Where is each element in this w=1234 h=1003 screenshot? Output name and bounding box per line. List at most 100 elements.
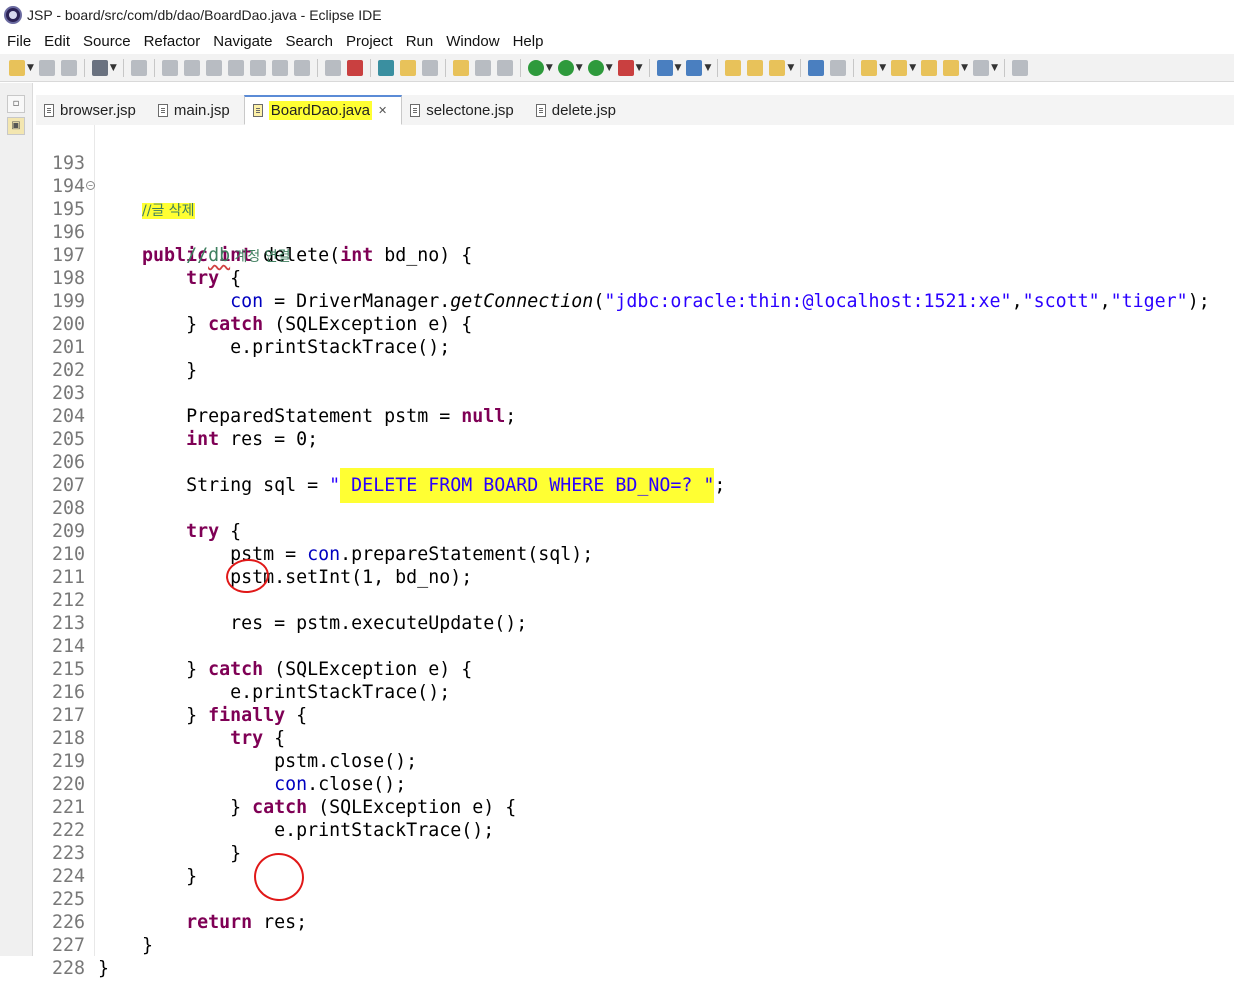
package-explorer-icon[interactable]: ▣ [7,117,25,135]
chevron-down-icon[interactable]: ▼ [110,63,117,73]
restore-icon[interactable]: ▫ [7,95,25,113]
chevron-down-icon[interactable]: ▼ [787,63,794,73]
drop-to-frame-icon[interactable] [324,59,341,76]
step-into-icon[interactable] [249,59,266,76]
last-edit-location-icon[interactable] [921,59,938,76]
previous-annotation-icon[interactable] [891,59,908,76]
code-line: 216 } finally { [36,658,1234,726]
code-line: 222 } [36,796,1234,864]
code-editor[interactable]: 193 194 //글 삭제 195 − public int delete(i… [36,125,1234,979]
toggle-breadcrumb-icon[interactable] [421,59,438,76]
terminate-icon[interactable] [205,59,222,76]
fold-toggle-icon[interactable]: − [86,181,95,190]
code-line: 225 return res; [36,865,1234,933]
menu-search[interactable]: Search [278,33,339,50]
menu-project[interactable]: Project [339,33,399,50]
code-line: 210 pstm.setInt(1, bd_no); [36,520,1234,588]
next-annotation-icon[interactable] [861,59,878,76]
open-perspective-icon[interactable] [1011,59,1028,76]
chevron-down-icon[interactable]: ▼ [991,63,998,73]
tab-label: browser.jsp [60,101,136,119]
show-whitespace-icon[interactable] [496,59,513,76]
code-line: 227 } [36,911,1234,979]
open-type-icon[interactable] [377,59,394,76]
new-icon[interactable] [9,59,25,76]
menu-bar: File Edit Source Refactor Navigate Searc… [0,30,1234,53]
code-line: 195 − public int delete(int bd_no) { [36,175,1234,266]
chevron-down-icon[interactable]: ▼ [576,63,583,73]
chevron-down-icon[interactable]: ▼ [879,63,886,73]
open-console-icon[interactable] [91,59,108,76]
coverage-icon[interactable] [587,59,604,76]
step-return-icon[interactable] [293,59,310,76]
eclipse-logo-icon [4,6,22,24]
open-folder-icon[interactable] [725,59,742,76]
toolbar-divider [519,58,521,77]
chevron-down-icon[interactable]: ▼ [909,63,916,73]
mark-occurrences-icon[interactable] [399,59,416,76]
chevron-down-icon[interactable]: ▼ [704,63,711,73]
chevron-down-icon[interactable]: ▼ [675,63,682,73]
tab-browser-jsp[interactable]: browser.jsp [36,95,150,125]
code-line: 224 [36,842,1234,887]
code-line: 223 } [36,819,1234,887]
menu-source[interactable]: Source [76,33,137,50]
tab-label: delete.jsp [551,101,616,119]
menu-window[interactable]: Window [439,33,505,50]
open-project-icon[interactable] [747,59,764,76]
back-icon[interactable] [943,59,960,76]
menu-navigate[interactable]: Navigate [206,33,278,50]
suspend-icon[interactable] [183,59,200,76]
code-line: 205 [36,405,1234,450]
code-line: 211 [36,543,1234,588]
toolbar-divider [444,58,446,77]
search-icon[interactable] [769,59,786,76]
chevron-down-icon[interactable]: ▼ [27,63,34,73]
code-line: 204 int res = 0; [36,382,1234,450]
menu-run[interactable]: Run [399,33,440,50]
use-step-filters-icon[interactable] [346,59,363,76]
new-server-icon[interactable] [656,59,673,76]
code-line: 228 [36,934,1234,979]
menu-help[interactable]: Help [506,33,550,50]
code-line: 201 } [36,313,1234,381]
external-tools-icon[interactable] [617,59,634,76]
tab-label: BoardDao.java [268,101,372,120]
save-all-icon[interactable] [60,59,77,76]
forward-icon[interactable] [973,59,990,76]
menu-refactor[interactable]: Refactor [137,33,207,50]
chevron-down-icon[interactable]: ▼ [606,63,613,73]
chevron-down-icon[interactable]: ▼ [636,63,643,73]
run-icon[interactable] [557,59,574,76]
chevron-down-icon[interactable]: ▼ [961,63,968,73]
resume-icon[interactable] [161,59,178,76]
globe-icon[interactable] [808,59,825,76]
menu-edit[interactable]: Edit [37,33,76,50]
toolbar-divider [316,58,318,77]
menu-file[interactable]: File [0,33,37,50]
tab-boarddao-java[interactable]: BoardDao.java ✕ [243,95,403,125]
tab-delete-jsp[interactable]: delete.jsp [528,95,630,125]
code-line: 219 con.close(); [36,727,1234,795]
skip-breakpoints-icon[interactable] [130,59,147,76]
code-line: 215 e.printStackTrace(); [36,635,1234,703]
block-selection-icon[interactable] [452,59,469,76]
window-title: JSP - board/src/com/db/dao/BoardDao.java… [27,7,382,23]
debug-icon[interactable] [527,59,544,76]
chevron-down-icon[interactable]: ▼ [546,63,553,73]
step-over-icon[interactable] [271,59,288,76]
code-line: 194 //글 삭제 [36,152,1234,219]
new-java-class-icon[interactable] [686,59,703,76]
word-wrap-icon[interactable] [474,59,491,76]
code-line: 212 res = pstm.executeUpdate(); [36,566,1234,634]
synchronize-icon[interactable] [830,59,847,76]
code-line: 226 } [36,888,1234,956]
file-icon [410,103,421,117]
disconnect-icon[interactable] [227,59,244,76]
close-icon[interactable]: ✕ [378,104,387,117]
code-line: 217 try { [36,681,1234,749]
tab-selectone-jsp[interactable]: selectone.jsp [402,95,528,125]
file-icon [44,103,54,117]
save-icon[interactable] [38,59,55,76]
tab-main-jsp[interactable]: main.jsp [150,95,244,125]
